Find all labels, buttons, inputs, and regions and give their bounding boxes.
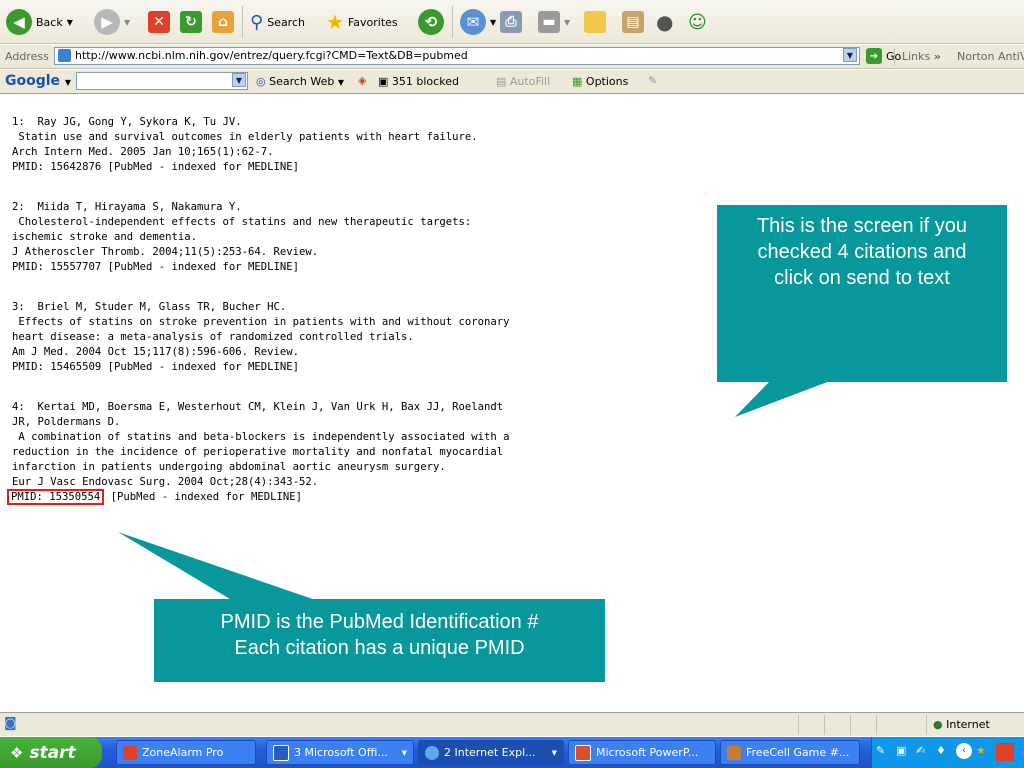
tray-icon-2[interactable]: ▣ xyxy=(896,744,906,757)
task-zonealarm[interactable]: ZoneAlarm Pro xyxy=(116,740,256,765)
refresh-button[interactable]: ↻ xyxy=(180,6,202,38)
chevron-down-icon: ▼ xyxy=(564,17,571,27)
address-input[interactable]: http://www.ncbi.nlm.nih.gov/entrez/query… xyxy=(54,47,860,65)
norton-antivirus-button[interactable]: Norton AntiVi xyxy=(957,50,1024,63)
windows-logo-icon: ❖ xyxy=(10,743,24,762)
star-icon: ★ xyxy=(326,10,344,34)
messenger-button[interactable]: ● xyxy=(656,6,673,38)
ie-page-icon: ◙ xyxy=(4,716,17,731)
chevron-down-icon: ▼ xyxy=(401,748,407,757)
stop-icon: ✕ xyxy=(148,11,170,33)
toolbar-separator xyxy=(452,6,453,38)
folder-icon xyxy=(584,11,606,33)
show-hidden-icons-button[interactable]: ‹ xyxy=(956,743,972,759)
start-button[interactable]: ❖ start xyxy=(0,737,102,768)
chevron-down-icon: ▼ xyxy=(124,17,131,27)
popup-blocker-button[interactable]: ▣ 351 blocked xyxy=(378,75,459,88)
security-zone: ● Internet xyxy=(933,718,990,731)
powerpoint-icon xyxy=(575,744,591,761)
stop-button[interactable]: ✕ xyxy=(148,6,170,38)
tray-icon-4[interactable]: ♦ xyxy=(936,744,946,757)
people-icon: ☺ xyxy=(688,11,707,33)
google-toolbar: Google ▼ ▼ ◎ Search Web ▼ ◈ ▣ 351 blocke… xyxy=(0,70,1024,94)
history-button[interactable]: ⟲ xyxy=(418,6,444,38)
options-button[interactable]: ▦ Options xyxy=(572,75,628,88)
chevron-down-icon: ▼ xyxy=(66,17,73,27)
forward-button[interactable]: ▶ ▼ xyxy=(94,6,130,38)
favorites-button[interactable]: ★ Favorites xyxy=(326,6,398,38)
edit-button[interactable]: ▬ ▼ xyxy=(538,6,570,38)
search-button[interactable]: ⚲ Search xyxy=(250,6,305,38)
search-icon: ⚲ xyxy=(250,11,264,33)
links-button[interactable]: Links » xyxy=(902,50,941,63)
taskbar: ❖ start ZoneAlarm Pro 3 Microsoft Offi..… xyxy=(0,737,1024,768)
research-icon: ▤ xyxy=(622,11,644,33)
address-url: http://www.ncbi.nlm.nih.gov/entrez/query… xyxy=(75,49,468,62)
google-search-input[interactable] xyxy=(76,72,248,90)
status-bar: ◙ ● Internet xyxy=(0,712,1024,736)
history-icon: ⟲ xyxy=(418,9,444,35)
autofill-icon: ▤ xyxy=(496,75,507,88)
task-freecell[interactable]: FreeCell Game #... xyxy=(720,740,860,765)
chevron-down-icon: ▼ xyxy=(490,17,497,27)
google-logo[interactable]: Google ▼ xyxy=(5,73,71,89)
chevron-down-icon: ▼ xyxy=(337,78,345,87)
task-powerpoint[interactable]: Microsoft PowerP... xyxy=(568,740,716,765)
home-icon: ⌂ xyxy=(212,11,234,33)
forward-arrow-icon: ▶ xyxy=(94,9,120,35)
chevron-right-icon: » xyxy=(933,50,941,63)
tray-icon-1[interactable]: ✎ xyxy=(876,744,885,757)
chevron-down-icon: ▼ xyxy=(551,748,557,757)
word-icon xyxy=(273,744,289,761)
back-arrow-icon: ◀ xyxy=(6,9,32,35)
tray-icon-5[interactable]: ★ xyxy=(976,744,986,757)
back-button[interactable]: ◀ Back ▼ xyxy=(6,6,73,38)
refresh-icon: ↻ xyxy=(180,11,202,33)
pencil-icon[interactable]: ✎ xyxy=(648,74,657,87)
google-search-dropdown[interactable]: ▼ xyxy=(232,73,246,87)
search-web-button[interactable]: ◎ Search Web ▼ xyxy=(256,75,344,88)
blocked-icon: ▣ xyxy=(378,75,389,88)
toolbar-separator xyxy=(894,48,895,66)
tray-icon-3[interactable]: ✍ xyxy=(916,744,925,757)
mail-button[interactable]: ✉ ▼ xyxy=(460,6,496,38)
page-content: 1: Ray JG, Gong Y, Sykora K, Tu JV. Stat… xyxy=(0,95,1024,711)
go-button[interactable]: ➔ Go xyxy=(866,48,901,64)
freecell-icon xyxy=(727,745,741,760)
ie-toolbar: ◀ Back ▼ ▶ ▼ ✕ ↻ ⌂ ⚲ Search ★ Favorites … xyxy=(0,0,1024,44)
mail-icon: ✉ xyxy=(460,9,486,35)
go-arrow-icon: ➔ xyxy=(866,48,882,64)
news-icon[interactable]: ◈ xyxy=(358,74,366,87)
chat-icon: ● xyxy=(656,10,674,34)
zonealarm-tray-icon[interactable] xyxy=(996,743,1014,761)
address-dropdown[interactable]: ▼ xyxy=(843,48,857,62)
print-button[interactable]: ⎙ xyxy=(500,6,522,38)
task-internet-explorer[interactable]: 2 Internet Expl... ▼ xyxy=(418,740,564,765)
system-tray: ✎ ▣ ✍ ♦ ‹ ★ xyxy=(871,737,1024,768)
msn-button[interactable]: ☺ xyxy=(688,6,707,38)
globe-icon: ● xyxy=(933,718,943,731)
autofill-button[interactable]: ▤ AutoFill xyxy=(496,75,550,88)
ie-icon xyxy=(425,745,439,760)
folder-button[interactable] xyxy=(584,6,606,38)
callout-top-pointer xyxy=(735,381,830,417)
edit-icon: ▬ xyxy=(538,11,560,33)
task-microsoft-office[interactable]: 3 Microsoft Offi... ▼ xyxy=(266,740,414,765)
printer-icon: ⎙ xyxy=(500,11,522,33)
home-button[interactable]: ⌂ xyxy=(212,6,234,38)
zonealarm-icon xyxy=(123,745,137,760)
address-label: Address xyxy=(5,50,49,63)
callout-bottom-pointer xyxy=(118,532,330,605)
binoculars-icon: ◎ xyxy=(256,75,266,88)
page-icon xyxy=(58,49,71,62)
callout-pmid-explanation: PMID is the PubMed Identification # Each… xyxy=(154,599,605,682)
options-icon: ▦ xyxy=(572,75,583,88)
toolbar-separator xyxy=(242,6,243,38)
address-bar: Address http://www.ncbi.nlm.nih.gov/entr… xyxy=(0,45,1024,69)
chevron-down-icon: ▼ xyxy=(64,78,72,87)
research-button[interactable]: ▤ xyxy=(622,6,644,38)
